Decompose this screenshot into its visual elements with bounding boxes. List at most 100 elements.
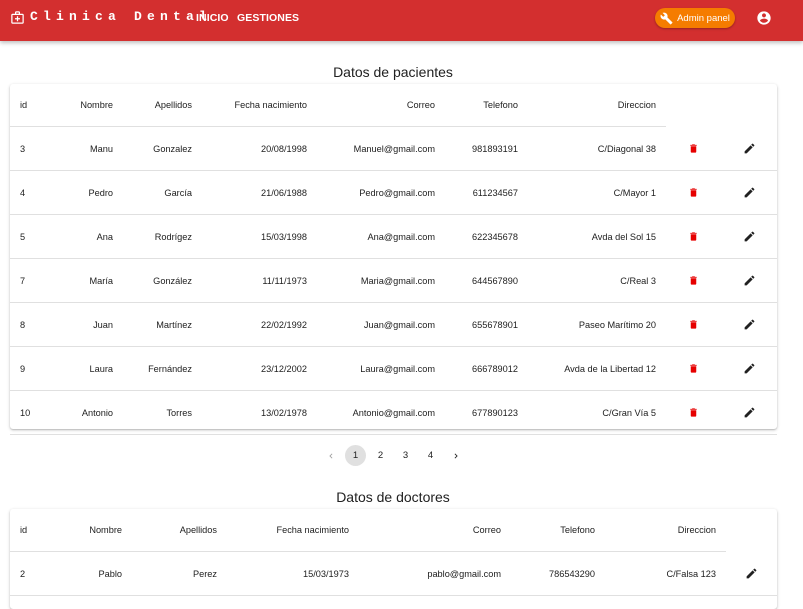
- cell-telefono: 666789012: [445, 346, 528, 391]
- column-header-fecha: Fecha nacimiento: [202, 84, 317, 127]
- cell-correo: Antonio@gmail.com: [317, 390, 445, 435]
- cell-nombre: Juan: [47, 302, 123, 347]
- column-header-id: id: [10, 509, 55, 552]
- page-button-3[interactable]: 3: [395, 445, 416, 466]
- cell-correo: pablo@gmail.com: [359, 551, 511, 596]
- edit-icon: [744, 231, 754, 242]
- cell-telefono: 622345678: [445, 214, 528, 259]
- doctors-title: Datos de doctores: [336, 489, 450, 505]
- chevron-left-icon: [328, 453, 332, 458]
- edit-button[interactable]: [721, 346, 777, 391]
- cell-apellidos: Torres: [123, 390, 202, 435]
- page-button-4[interactable]: 4: [420, 445, 441, 466]
- cell-telefono: 655678901: [445, 302, 528, 347]
- patients-title: Datos de pacientes: [333, 64, 453, 80]
- delete-button[interactable]: [666, 258, 721, 303]
- doctors-table: id Nombre Apellidos Fecha nacimiento Cor…: [10, 509, 777, 596]
- column-header-nombre: Nombre: [55, 509, 132, 552]
- table-row: 4 Pedro García 21/06/1988 Pedro@gmail.com 611…: [10, 170, 777, 215]
- cell-correo: Laura@gmail.com: [317, 346, 445, 391]
- app-bar: Clinica Dental INICIO GESTIONES Admin pa…: [0, 0, 803, 41]
- edit-button[interactable]: [721, 258, 777, 303]
- cell-fecha: 21/06/1988: [202, 170, 317, 215]
- cell-id: 4: [10, 170, 47, 215]
- cell-telefono: 611234567: [445, 170, 528, 215]
- column-header-correo: Correo: [359, 509, 511, 552]
- table-row: 8 Juan Martínez 22/02/1992 Juan@gmail.com 655…: [10, 302, 777, 347]
- delete-icon: [690, 320, 697, 329]
- table-row: 10 Antonio Torres 13/02/1978 Antonio@gmail.c…: [10, 390, 777, 435]
- cell-fecha: 11/11/1973: [202, 258, 317, 303]
- nav-gestiones[interactable]: GESTIONES: [237, 12, 299, 24]
- column-header-telefono: Telefono: [445, 84, 528, 127]
- cell-fecha: 23/12/2002: [202, 346, 317, 391]
- brand[interactable]: Clinica Dental: [10, 9, 212, 25]
- cell-id: 3: [10, 126, 47, 171]
- cell-fecha: 15/03/1973: [227, 551, 359, 596]
- next-page-button[interactable]: [445, 445, 466, 466]
- edit-button[interactable]: [721, 302, 777, 347]
- cell-direccion: Avda de la Libertad 12: [528, 346, 666, 391]
- patients-table-container: id Nombre Apellidos Fecha nacimiento Cor…: [10, 84, 777, 435]
- chevron-right-icon: [454, 453, 458, 458]
- page-button-1[interactable]: 1: [345, 445, 366, 466]
- column-header-apellidos: Apellidos: [132, 509, 227, 552]
- patients-table: id Nombre Apellidos Fecha nacimiento Cor…: [10, 84, 777, 435]
- nav-inicio[interactable]: INICIO: [196, 12, 229, 24]
- cell-direccion: Paseo Marítimo 20: [528, 302, 666, 347]
- edit-button[interactable]: [726, 551, 777, 596]
- cell-apellidos: Gonzalez: [123, 126, 202, 171]
- pagination: 1 2 3 4: [318, 445, 468, 466]
- prev-page-button[interactable]: [320, 445, 341, 466]
- cell-direccion: C/Diagonal 38: [528, 126, 666, 171]
- delete-button[interactable]: [666, 126, 721, 171]
- table-row: 7 María González 11/11/1973 Maria@gmail.com 6…: [10, 258, 777, 303]
- delete-button[interactable]: [666, 390, 721, 435]
- cell-id: 8: [10, 302, 47, 347]
- cell-direccion: C/Real 3: [528, 258, 666, 303]
- cell-apellidos: García: [123, 170, 202, 215]
- delete-button[interactable]: [666, 170, 721, 215]
- delete-button[interactable]: [666, 346, 721, 391]
- doctors-table-container: id Nombre Apellidos Fecha nacimiento Cor…: [10, 509, 777, 609]
- cell-direccion: C/Mayor 1: [528, 170, 666, 215]
- cell-nombre: Manu: [47, 126, 123, 171]
- cell-nombre: Antonio: [47, 390, 123, 435]
- cell-correo: Manuel@gmail.com: [317, 126, 445, 171]
- edit-icon: [744, 407, 754, 418]
- edit-button[interactable]: [721, 126, 777, 171]
- cell-id: 5: [10, 214, 47, 259]
- cell-id: 7: [10, 258, 47, 303]
- cell-correo: Juan@gmail.com: [317, 302, 445, 347]
- column-header-fecha: Fecha nacimiento: [227, 509, 359, 552]
- cell-fecha: 15/03/1998: [202, 214, 317, 259]
- admin-panel-button[interactable]: Admin panel: [655, 8, 735, 28]
- delete-icon: [690, 144, 697, 153]
- brand-title: Clinica Dental: [30, 9, 213, 24]
- cell-direccion: C/Falsa 123: [605, 551, 726, 596]
- account-circle-icon[interactable]: [756, 10, 772, 26]
- cell-direccion: C/Gran Vía 5: [528, 390, 666, 435]
- table-row: 9 Laura Fernández 23/12/2002 Laura@gmail.com…: [10, 346, 777, 391]
- edit-button[interactable]: [721, 214, 777, 259]
- cell-apellidos: Martínez: [123, 302, 202, 347]
- column-header-nombre: Nombre: [47, 84, 123, 127]
- table-row: 3 Manu Gonzalez 20/08/1998 Manuel@gmail.com 9…: [10, 126, 777, 171]
- edit-icon: [744, 363, 754, 374]
- page-button-2[interactable]: 2: [370, 445, 391, 466]
- cell-apellidos: Rodrígez: [123, 214, 202, 259]
- column-header-direccion: Direccion: [528, 84, 666, 127]
- cell-id: 2: [10, 551, 55, 596]
- column-header-apellidos: Apellidos: [123, 84, 202, 127]
- cell-apellidos: Perez: [132, 551, 227, 596]
- cell-telefono: 786543290: [511, 551, 605, 596]
- delete-button[interactable]: [666, 214, 721, 259]
- cell-id: 9: [10, 346, 47, 391]
- delete-button[interactable]: [666, 302, 721, 347]
- edit-button[interactable]: [721, 170, 777, 215]
- edit-button[interactable]: [721, 390, 777, 435]
- cell-nombre: Pedro: [47, 170, 123, 215]
- cell-correo: Ana@gmail.com: [317, 214, 445, 259]
- cell-nombre: Ana: [47, 214, 123, 259]
- table-row: 2 Pablo Perez 15/03/1973 pablo@gmail.com 7865…: [10, 551, 777, 596]
